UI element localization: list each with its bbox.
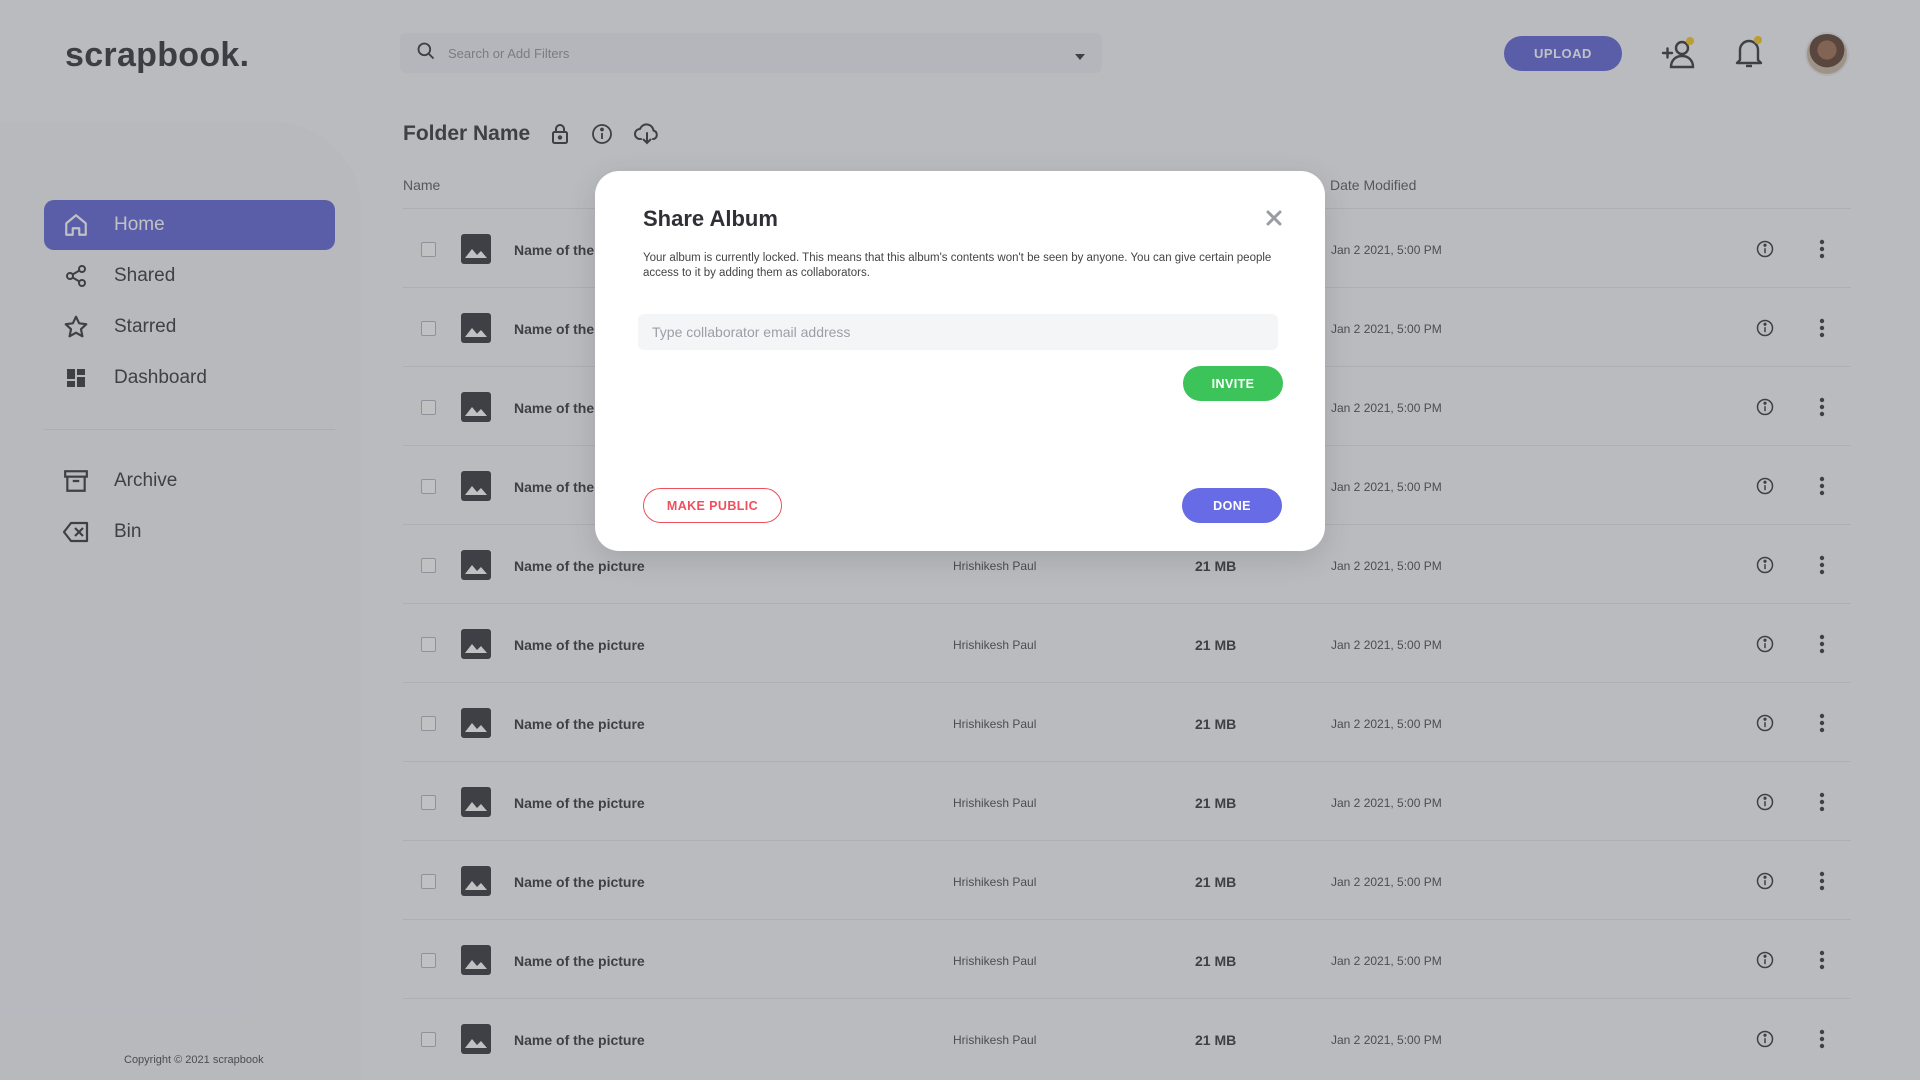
- close-icon[interactable]: [1263, 207, 1285, 229]
- modal-title: Share Album: [643, 206, 778, 231]
- invite-button[interactable]: INVITE: [1183, 366, 1283, 401]
- share-album-modal: Share Album Your album is currently lock…: [595, 171, 1325, 551]
- collaborator-email-field[interactable]: [638, 314, 1278, 350]
- done-button[interactable]: DONE: [1182, 488, 1282, 523]
- make-public-button[interactable]: MAKE PUBLIC: [643, 488, 782, 523]
- modal-description: Your album is currently locked. This mea…: [643, 252, 1272, 279]
